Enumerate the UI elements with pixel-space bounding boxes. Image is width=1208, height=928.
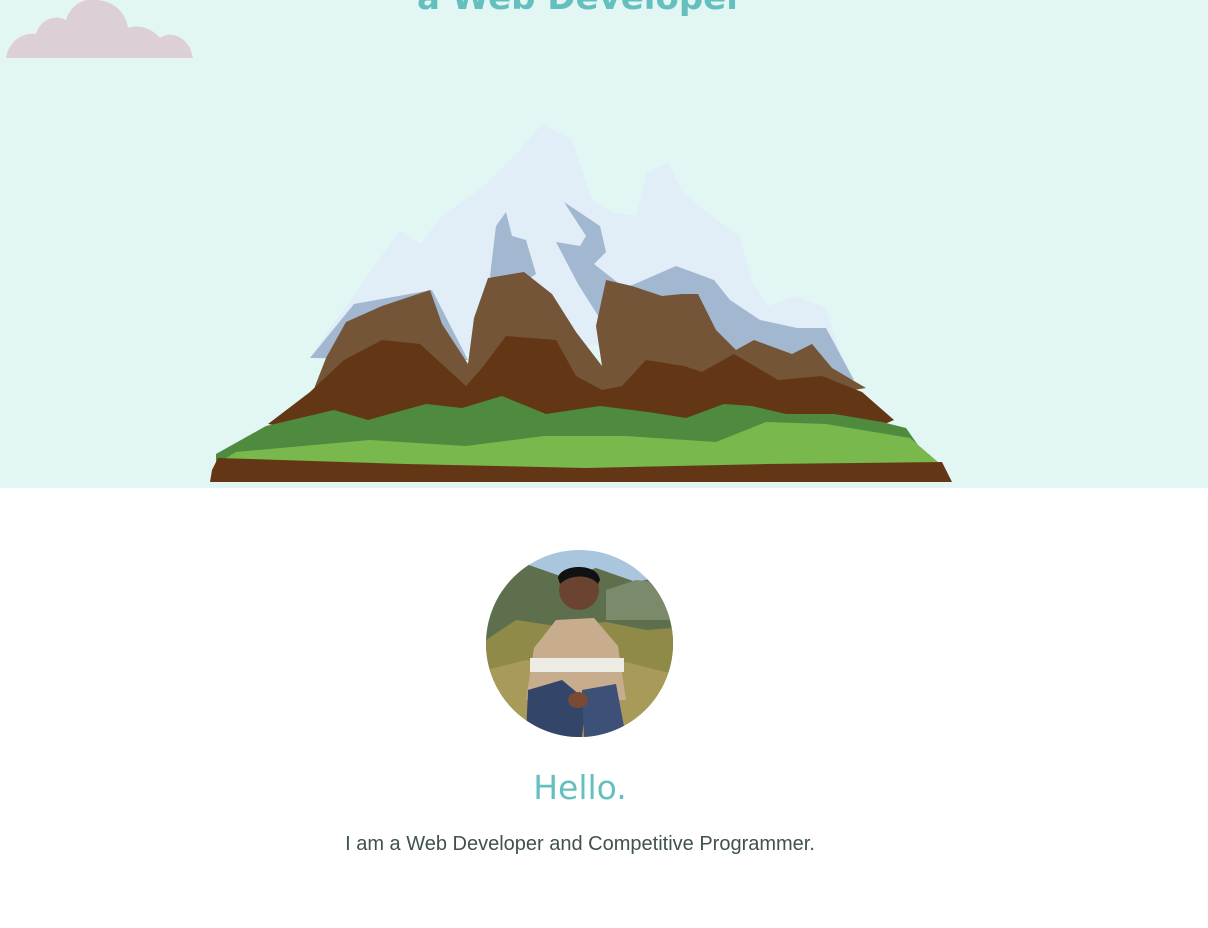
- intro-text: I am a Web Developer and Competitive Pro…: [345, 833, 815, 855]
- mountain-icon: [210, 124, 952, 482]
- cloud-icon: [6, 0, 193, 58]
- hero-section: a Web Developer: [0, 0, 1208, 488]
- profile-photo: [486, 550, 673, 737]
- greeting-heading: Hello.: [533, 768, 627, 807]
- about-section: Hello. I am a Web Developer and Competit…: [0, 488, 1208, 928]
